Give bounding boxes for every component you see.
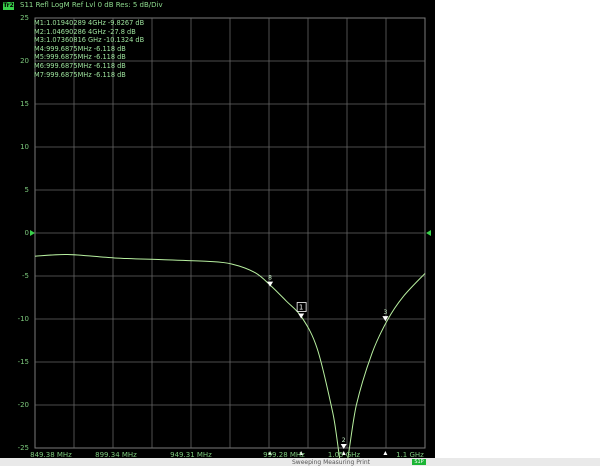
y-tick-label: -20 <box>17 401 29 409</box>
marker-readout-line: M4:999.6875MHz -6.118 dB <box>34 44 126 53</box>
trace-tag[interactable]: Tr2 <box>3 2 14 10</box>
trace-header: S11 Refl LogM Ref Lvl 0 dB Res: 5 dB/Div <box>20 1 163 9</box>
marker-readout-line: M6:999.6875MHz -6.118 dB <box>34 61 126 70</box>
marker-label: 2 <box>342 437 346 444</box>
marker-readout-line: M7:999.6875MHz -6.118 dB <box>34 70 126 79</box>
marker-triangle <box>298 313 305 319</box>
y-tick-label: 5 <box>24 186 29 194</box>
y-tick-label: -15 <box>17 358 29 366</box>
y-tick-label: 10 <box>20 143 29 151</box>
y-tick-label: -5 <box>22 272 29 280</box>
y-tick-label: 0 <box>24 229 29 237</box>
y-tick-label: 15 <box>20 100 29 108</box>
marker-readout-line: M5:999.6875MHz -6.118 dB <box>34 53 126 62</box>
marker-readout-line: M1:1.01940289 4GHz -9.8267 dB <box>34 19 145 27</box>
marker-readout: M1:1.01940289 4GHz -9.8267 dB M2:1.04690… <box>34 19 144 79</box>
marker-label: 3 <box>383 309 387 316</box>
marker-triangle <box>267 281 274 287</box>
ref-level-right-arrow <box>426 230 431 236</box>
mode-badge[interactable]: S1P <box>412 459 426 465</box>
marker-readout-line: M2:1.04690286 4GHz -27.8 dB <box>34 27 136 36</box>
y-tick-label: 25 <box>20 14 29 22</box>
status-text: Sweeping Measuring Print <box>292 459 371 466</box>
marker-position-indicator <box>383 451 388 455</box>
marker-label: 1 <box>299 304 303 312</box>
y-tick-label: 20 <box>20 57 29 65</box>
y-tick-label: -25 <box>17 444 29 452</box>
marker-readout-line: M3:1.07360816 GHz -10.1324 dB <box>34 36 145 45</box>
analyzer-screen: 1 2 3 8 Tr2 S11 Refl LogM Ref Lvl 0 dB Res:… <box>0 0 435 459</box>
marker-label: 8 <box>268 275 272 282</box>
ref-level-left-arrow <box>30 230 35 236</box>
y-tick-label: -10 <box>17 315 29 323</box>
